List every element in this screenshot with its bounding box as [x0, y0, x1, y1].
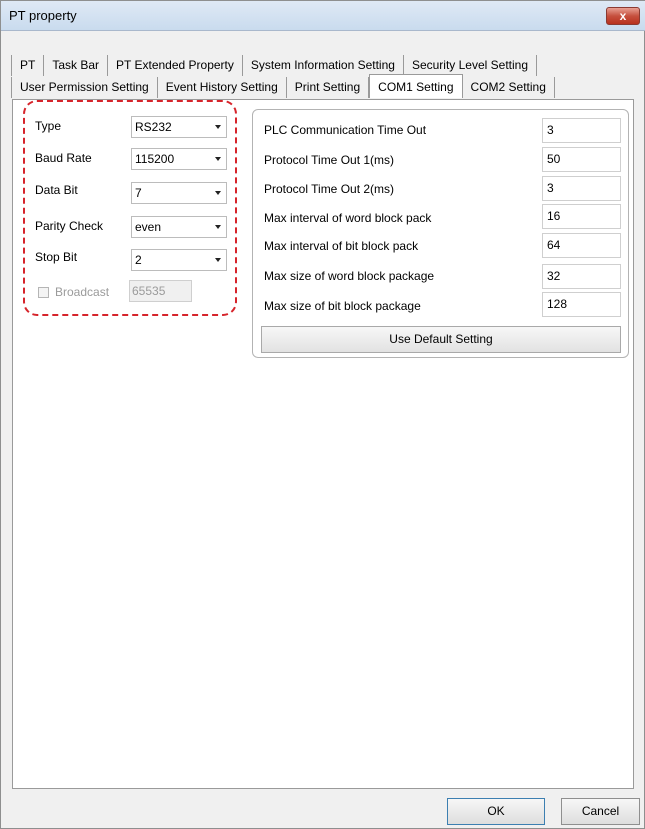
tab-system-information-setting[interactable]: System Information Setting	[243, 55, 404, 76]
pt-property-dialog: PT property x PT Task Bar PT Extended Pr…	[0, 0, 645, 829]
parity-check-label: Parity Check	[35, 219, 104, 233]
max-size-word-block-input[interactable]: 32	[542, 264, 621, 289]
tab-row-1: PT Task Bar PT Extended Property System …	[11, 55, 538, 76]
max-interval-word-block-input[interactable]: 16	[542, 204, 621, 229]
protocol-timeout-1-input[interactable]: 50	[542, 147, 621, 172]
tab-pt[interactable]: PT	[11, 55, 45, 76]
data-bit-value: 7	[135, 186, 142, 200]
tab-user-permission-setting[interactable]: User Permission Setting	[11, 77, 158, 98]
data-bit-select[interactable]: 7	[131, 182, 227, 204]
stop-bit-value: 2	[135, 253, 142, 267]
type-label: Type	[35, 119, 62, 133]
stop-bit-select[interactable]: 2	[131, 249, 227, 271]
tab-pt-extended-property[interactable]: PT Extended Property	[108, 55, 243, 76]
tab-row-2: User Permission Setting Event History Se…	[11, 74, 555, 98]
type-select[interactable]: RS232	[131, 116, 227, 138]
chevron-down-icon	[215, 157, 221, 161]
field-label: Max size of bit block package	[264, 299, 421, 313]
data-bit-label: Data Bit	[35, 183, 78, 197]
protocol-timeout-2-input[interactable]: 3	[542, 176, 621, 201]
type-value: RS232	[135, 120, 172, 134]
title-bar: PT property x	[1, 1, 645, 31]
broadcast-station-field[interactable]: 65535	[129, 280, 192, 302]
chevron-down-icon	[215, 258, 221, 262]
baud-rate-select[interactable]: 115200	[131, 148, 227, 170]
chevron-down-icon	[215, 191, 221, 195]
baud-rate-value: 115200	[135, 152, 175, 166]
tab-com2-setting[interactable]: COM2 Setting	[463, 77, 555, 98]
parity-check-value: even	[135, 220, 162, 234]
broadcast-checkbox[interactable]	[38, 287, 49, 298]
chevron-down-icon	[215, 225, 221, 229]
chevron-down-icon	[215, 125, 221, 129]
close-button[interactable]: x	[606, 7, 640, 25]
tab-event-history-setting[interactable]: Event History Setting	[158, 77, 287, 98]
use-default-setting-button[interactable]: Use Default Setting	[261, 326, 621, 353]
max-interval-bit-block-input[interactable]: 64	[542, 233, 621, 258]
baud-rate-label: Baud Rate	[35, 151, 92, 165]
tab-print-setting[interactable]: Print Setting	[287, 77, 370, 98]
parity-check-select[interactable]: even	[131, 216, 227, 238]
tab-security-level-setting[interactable]: Security Level Setting	[404, 55, 538, 76]
tab-task-bar[interactable]: Task Bar	[44, 55, 109, 76]
field-label: Protocol Time Out 2(ms)	[264, 182, 395, 196]
max-size-bit-block-input[interactable]: 128	[542, 292, 621, 317]
field-label: Protocol Time Out 1(ms)	[264, 153, 395, 167]
ok-button[interactable]: OK	[447, 798, 545, 825]
field-label: Max interval of word block pack	[264, 211, 432, 225]
broadcast-label: Broadcast	[55, 285, 110, 299]
dialog-title: PT property	[9, 8, 77, 23]
plc-communication-timeout-input[interactable]: 3	[542, 118, 621, 143]
field-label: Max interval of bit block pack	[264, 239, 419, 253]
stop-bit-label: Stop Bit	[35, 250, 78, 264]
tab-com1-setting[interactable]: COM1 Setting	[369, 74, 463, 98]
cancel-button[interactable]: Cancel	[561, 798, 640, 825]
field-label: PLC Communication Time Out	[264, 123, 427, 137]
field-label: Max size of word block package	[264, 269, 435, 283]
